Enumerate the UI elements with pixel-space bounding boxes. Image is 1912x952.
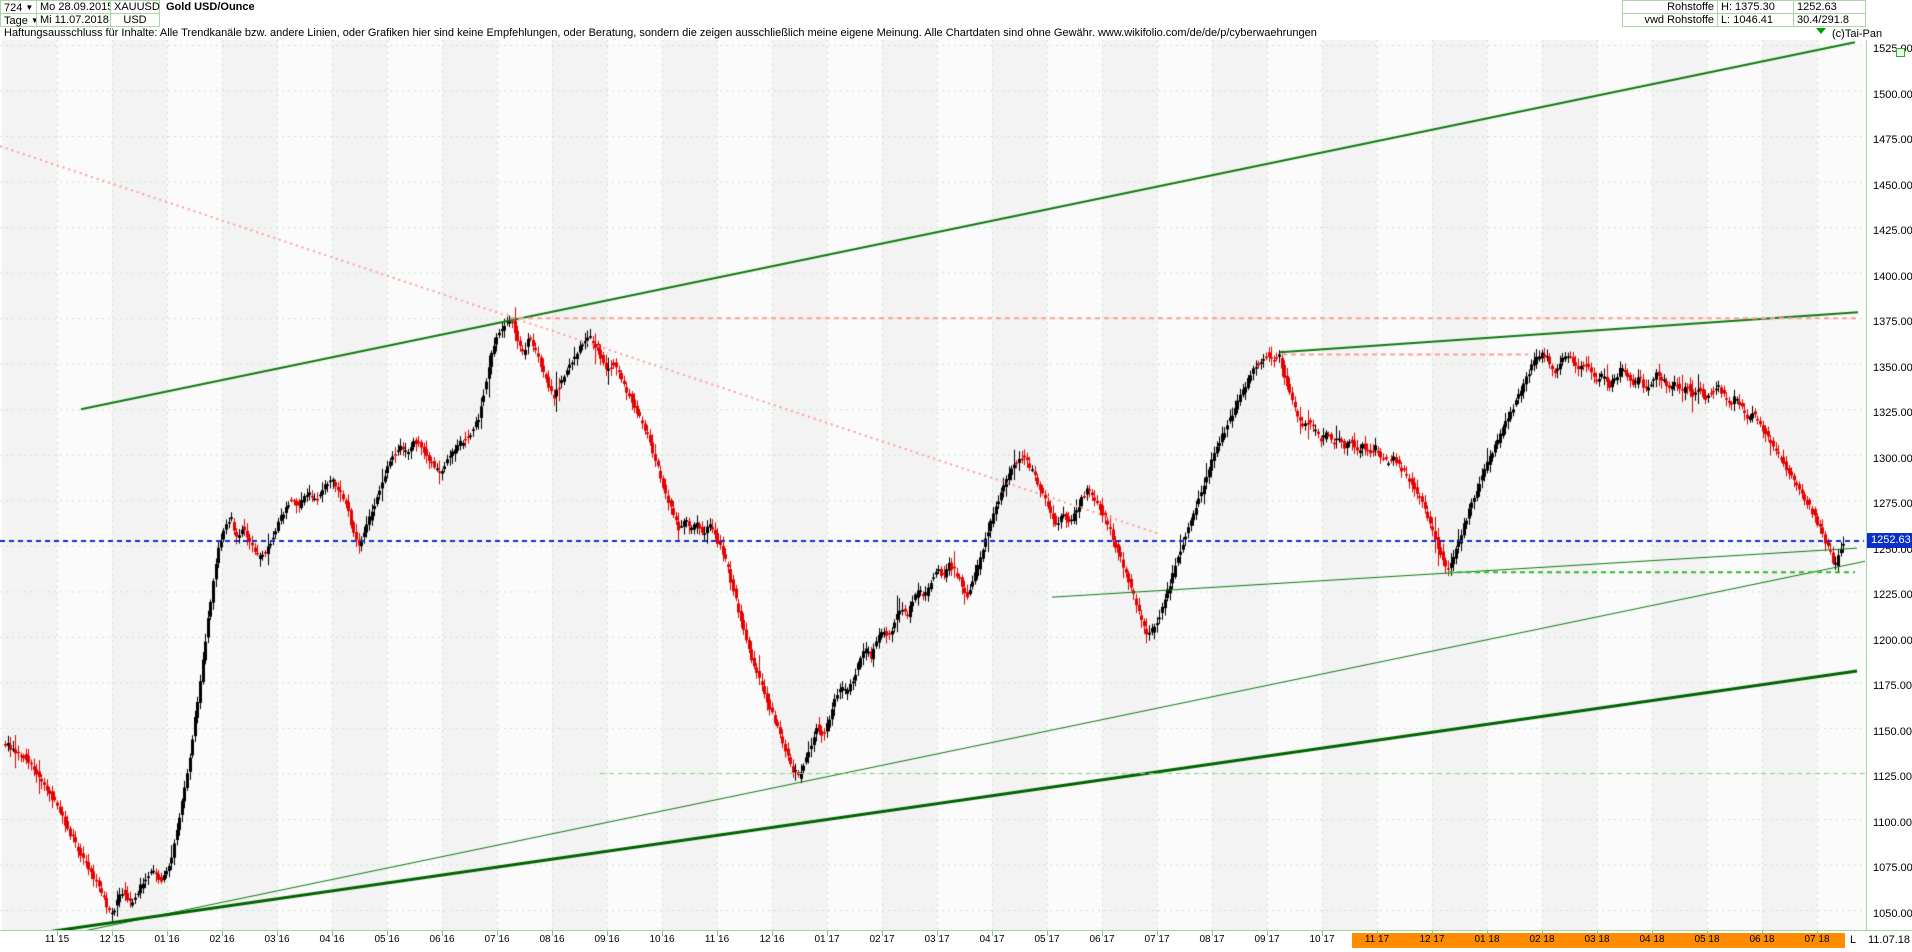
price-tick-label: 1400.00: [1873, 271, 1912, 283]
price-tick-label: 1425.00: [1873, 225, 1912, 237]
time-tick-label: 05 16: [367, 934, 407, 945]
time-tick-label: 01 16: [147, 934, 187, 945]
price-tick-label: 1525.00: [1873, 43, 1912, 55]
chart-canvas[interactable]: [0, 40, 1866, 930]
price-tick-label: 1275.00: [1873, 498, 1912, 510]
time-tick-label: 09 17: [1247, 934, 1287, 945]
price-tick-label: 1150.00: [1873, 726, 1912, 738]
time-tick-label: 03 17: [917, 934, 957, 945]
time-tick-label: 11 16: [697, 934, 737, 945]
price-tick-label: 1450.00: [1873, 180, 1912, 192]
period-dropdown[interactable]: 724 ▼: [0, 0, 37, 14]
time-tick-label: 02 18: [1522, 934, 1562, 945]
time-tick-label: 07 16: [477, 934, 517, 945]
price-tick-label: 1075.00: [1873, 862, 1912, 874]
price-tick-label: 1500.00: [1873, 89, 1912, 101]
price-tick-label: 1375.00: [1873, 316, 1912, 328]
currency-label: USD: [110, 13, 160, 27]
time-tick-label: 12 16: [752, 934, 792, 945]
time-tick-label: 05 18: [1687, 934, 1727, 945]
price-tick-label: 1225.00: [1873, 589, 1912, 601]
time-tick-label: 06 17: [1082, 934, 1122, 945]
last-price-label: 1252.63: [1793, 0, 1866, 14]
time-tick-label: 06 18: [1742, 934, 1782, 945]
price-tick-label: 1050.00: [1873, 908, 1912, 920]
price-tick-label: 1200.00: [1873, 635, 1912, 647]
time-tick-label: 02 17: [862, 934, 902, 945]
time-tick-label: 12 17: [1412, 934, 1452, 945]
time-tick-label: 05 17: [1027, 934, 1067, 945]
price-tick-label: 1125.00: [1873, 771, 1912, 783]
current-price-badge: 1252.63: [1867, 533, 1912, 548]
time-tick-label: 10 16: [642, 934, 682, 945]
time-tick-label: 06 16: [422, 934, 462, 945]
chart-title: Gold USD/Ounce: [163, 1, 258, 15]
price-tick-label: 1300.00: [1873, 453, 1912, 465]
time-tick-label: 08 17: [1192, 934, 1232, 945]
price-tick-label: 1100.00: [1873, 817, 1912, 829]
time-tick-label: 01 18: [1467, 934, 1507, 945]
copyright-label: (c)Tai-Pan: [1832, 28, 1882, 40]
time-tick-label: 09 16: [587, 934, 627, 945]
time-tick-label: 11 17: [1357, 934, 1397, 945]
time-tick-label: 07 18: [1797, 934, 1837, 945]
time-axis: L 11.07.18 11 15 12 15 01 16 02 16 03 16 04 1…: [0, 930, 1912, 952]
time-tick-label: 03 18: [1577, 934, 1617, 945]
price-tick-label: 1475.00: [1873, 134, 1912, 146]
time-tick-label: 04 16: [312, 934, 352, 945]
last-label: L: [1850, 934, 1856, 946]
period-low-label: L: 1046.41: [1717, 13, 1794, 27]
change-label: 30.4/291.8: [1793, 13, 1866, 27]
time-tick-label: 10 17: [1302, 934, 1342, 945]
period-high-label: H: 1375.30: [1717, 0, 1794, 14]
date-from-field[interactable]: Mo 28.09.2015: [36, 0, 111, 14]
chart-header: 724 ▼ Mo 28.09.2015 XAUUSD Gold USD/Ounc…: [0, 0, 1912, 27]
price-tick-label: 1175.00: [1873, 680, 1912, 692]
time-tick-label: 04 17: [972, 934, 1012, 945]
feed-name2-label: vwd Rohstoffe: [1622, 13, 1718, 27]
period-unit-dropdown[interactable]: Tage ▼: [0, 13, 37, 27]
time-tick-label: 02 16: [202, 934, 242, 945]
time-tick-label: 08 16: [532, 934, 572, 945]
marker-triangle-icon: [1816, 28, 1826, 34]
price-tick-label: 1350.00: [1873, 362, 1912, 374]
price-axis: 1525.00 1500.00 1475.00 1450.00 1425.00 1400.…: [1866, 40, 1912, 930]
time-tick-label: 04 18: [1632, 934, 1672, 945]
chart-area[interactable]: [0, 40, 1912, 930]
chevron-down-icon: ▼: [25, 3, 33, 12]
time-tick-label: 12 15: [92, 934, 132, 945]
time-tick-label: 07 17: [1137, 934, 1177, 945]
time-tick-label: 01 17: [807, 934, 847, 945]
last-date-label: 11.07.18: [1868, 934, 1910, 946]
time-tick-label: 03 16: [257, 934, 297, 945]
feed-name-label: Rohstoffe: [1622, 0, 1718, 14]
date-to-field[interactable]: Mi 11.07.2018: [36, 13, 111, 27]
price-tick-label: 1325.00: [1873, 407, 1912, 419]
disclaimer-text: Haftungsausschluss für Inhalte: Alle Tre…: [0, 27, 1912, 40]
range-box-icon: [1896, 48, 1905, 57]
symbol-field[interactable]: XAUUSD: [110, 0, 160, 14]
time-tick-label: 11 15: [37, 934, 77, 945]
